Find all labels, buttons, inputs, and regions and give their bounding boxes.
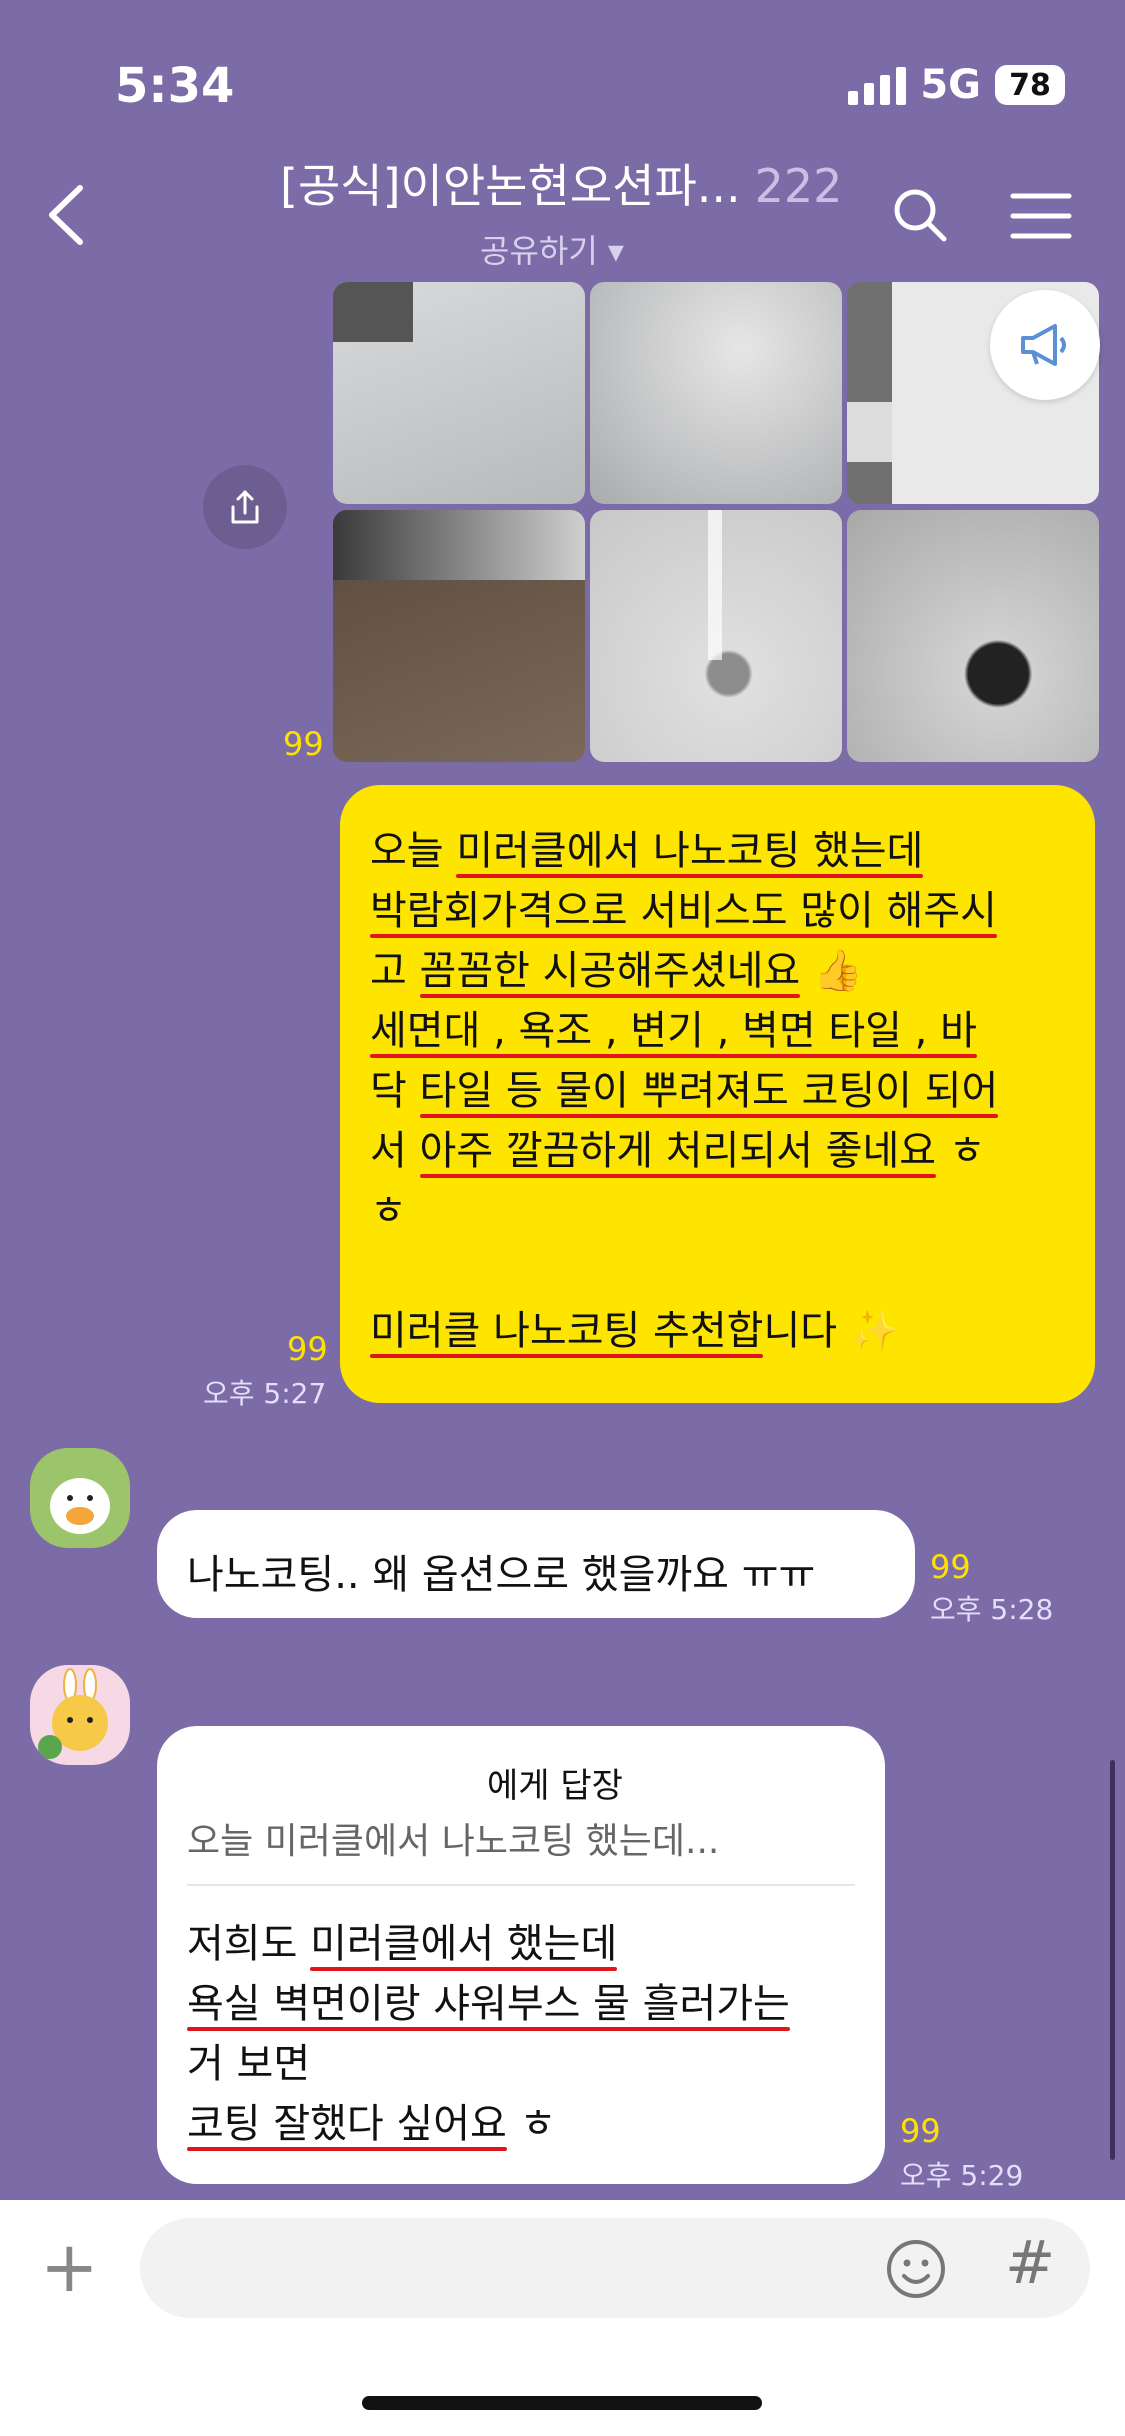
megaphone-icon[interactable]: [990, 290, 1100, 400]
unread-count: 99: [900, 2112, 941, 2150]
status-icons: 5G 78: [848, 62, 1065, 108]
message-line: 박람회가격으로 서비스도 많이 해주시: [370, 888, 997, 934]
reply-text: 저희도 미러클에서 했는데 욕실 벽면이랑 샤워부스 물 흘러가는 거 보면 코…: [187, 1914, 790, 2154]
message-line: 오늘 미러클에서 나노코팅 했는데: [370, 828, 924, 874]
share-icon[interactable]: [203, 465, 287, 549]
photo-countertop[interactable]: [333, 282, 585, 504]
reply-message-bubble[interactable]: 에게 답장 오늘 미러클에서 나노코팅 했는데... 저희도 미러클에서 했는데…: [157, 1726, 885, 2184]
hashtag-icon[interactable]: #: [1005, 2228, 1055, 2298]
message-line: 미러클 나노코팅 추천합니다 ✨: [370, 1308, 900, 1354]
message-line: 닥 타일 등 물이 뿌려져도 코팅이 되어: [370, 1068, 999, 1114]
avatar[interactable]: [30, 1665, 130, 1765]
menu-icon[interactable]: [1010, 192, 1072, 244]
message-line: 욕실 벽면이랑 샤워부스 물 흘러가는: [187, 1981, 790, 2027]
reply-header: 에게 답장: [487, 1766, 623, 1806]
member-count: 222: [754, 159, 843, 213]
chat-title-text: [공식]이안논현오션파...: [280, 159, 741, 213]
my-message-bubble[interactable]: 오늘 미러클에서 나노코팅 했는데 박람회가격으로 서비스도 많이 해주시 고 …: [340, 785, 1095, 1403]
message-line: 세면대 , 욕조 , 변기 , 벽면 타일 , 바: [370, 1008, 977, 1054]
status-time: 5:34: [115, 58, 235, 114]
message-text: 나노코팅.. 왜 옵션으로 했을까요 ㅠㅠ: [187, 1552, 816, 1598]
message-line: ㅎ: [370, 1188, 407, 1234]
back-icon[interactable]: [40, 180, 100, 250]
message-time: 오후 5:28: [930, 1593, 1054, 1626]
message-time: 오후 5:29: [900, 2159, 1024, 2192]
battery-icon: 78: [995, 65, 1065, 105]
reply-divider: [187, 1884, 855, 1886]
unread-count: 99: [930, 1548, 971, 1586]
avatar[interactable]: [30, 1448, 130, 1548]
photo-sink-water[interactable]: [590, 510, 842, 762]
message-line: 코팅 잘했다 싶어요 ㅎ: [187, 2101, 557, 2147]
message-line: 서 아주 깔끔하게 처리되서 좋네요 ㅎ: [370, 1128, 986, 1174]
chat-title[interactable]: [공식]이안논현오션파... 222: [280, 150, 842, 216]
home-indicator[interactable]: [362, 2396, 762, 2410]
photo-stone-surface[interactable]: [590, 282, 842, 504]
message-line: 저희도 미러클에서 했는데: [187, 1921, 618, 1967]
scrollbar[interactable]: [1110, 1760, 1115, 2160]
unread-count: 99: [287, 1330, 328, 1368]
photo-sink-drain[interactable]: [847, 510, 1099, 762]
signal-icon: [848, 65, 907, 105]
message-bubble[interactable]: 나노코팅.. 왜 옵션으로 했을까요 ㅠㅠ: [157, 1510, 915, 1618]
message-line: 거 보면: [187, 2041, 311, 2087]
emoji-icon[interactable]: [885, 2238, 947, 2304]
plus-icon[interactable]: +: [40, 2222, 99, 2312]
network-label: 5G: [920, 62, 981, 108]
search-icon[interactable]: [890, 185, 950, 249]
reply-preview[interactable]: 오늘 미러클에서 나노코팅 했는데...: [187, 1812, 719, 1864]
message-input[interactable]: [140, 2218, 1090, 2318]
unread-count: 99: [283, 725, 324, 763]
message-line: 고 꼼꼼한 시공해주셨네요 👍: [370, 948, 863, 994]
share-dropdown[interactable]: 공유하기 ▾: [480, 226, 624, 272]
photo-dark-counter[interactable]: [333, 510, 585, 762]
message-line: [370, 1241, 1065, 1301]
message-time: 오후 5:27: [203, 1377, 327, 1410]
